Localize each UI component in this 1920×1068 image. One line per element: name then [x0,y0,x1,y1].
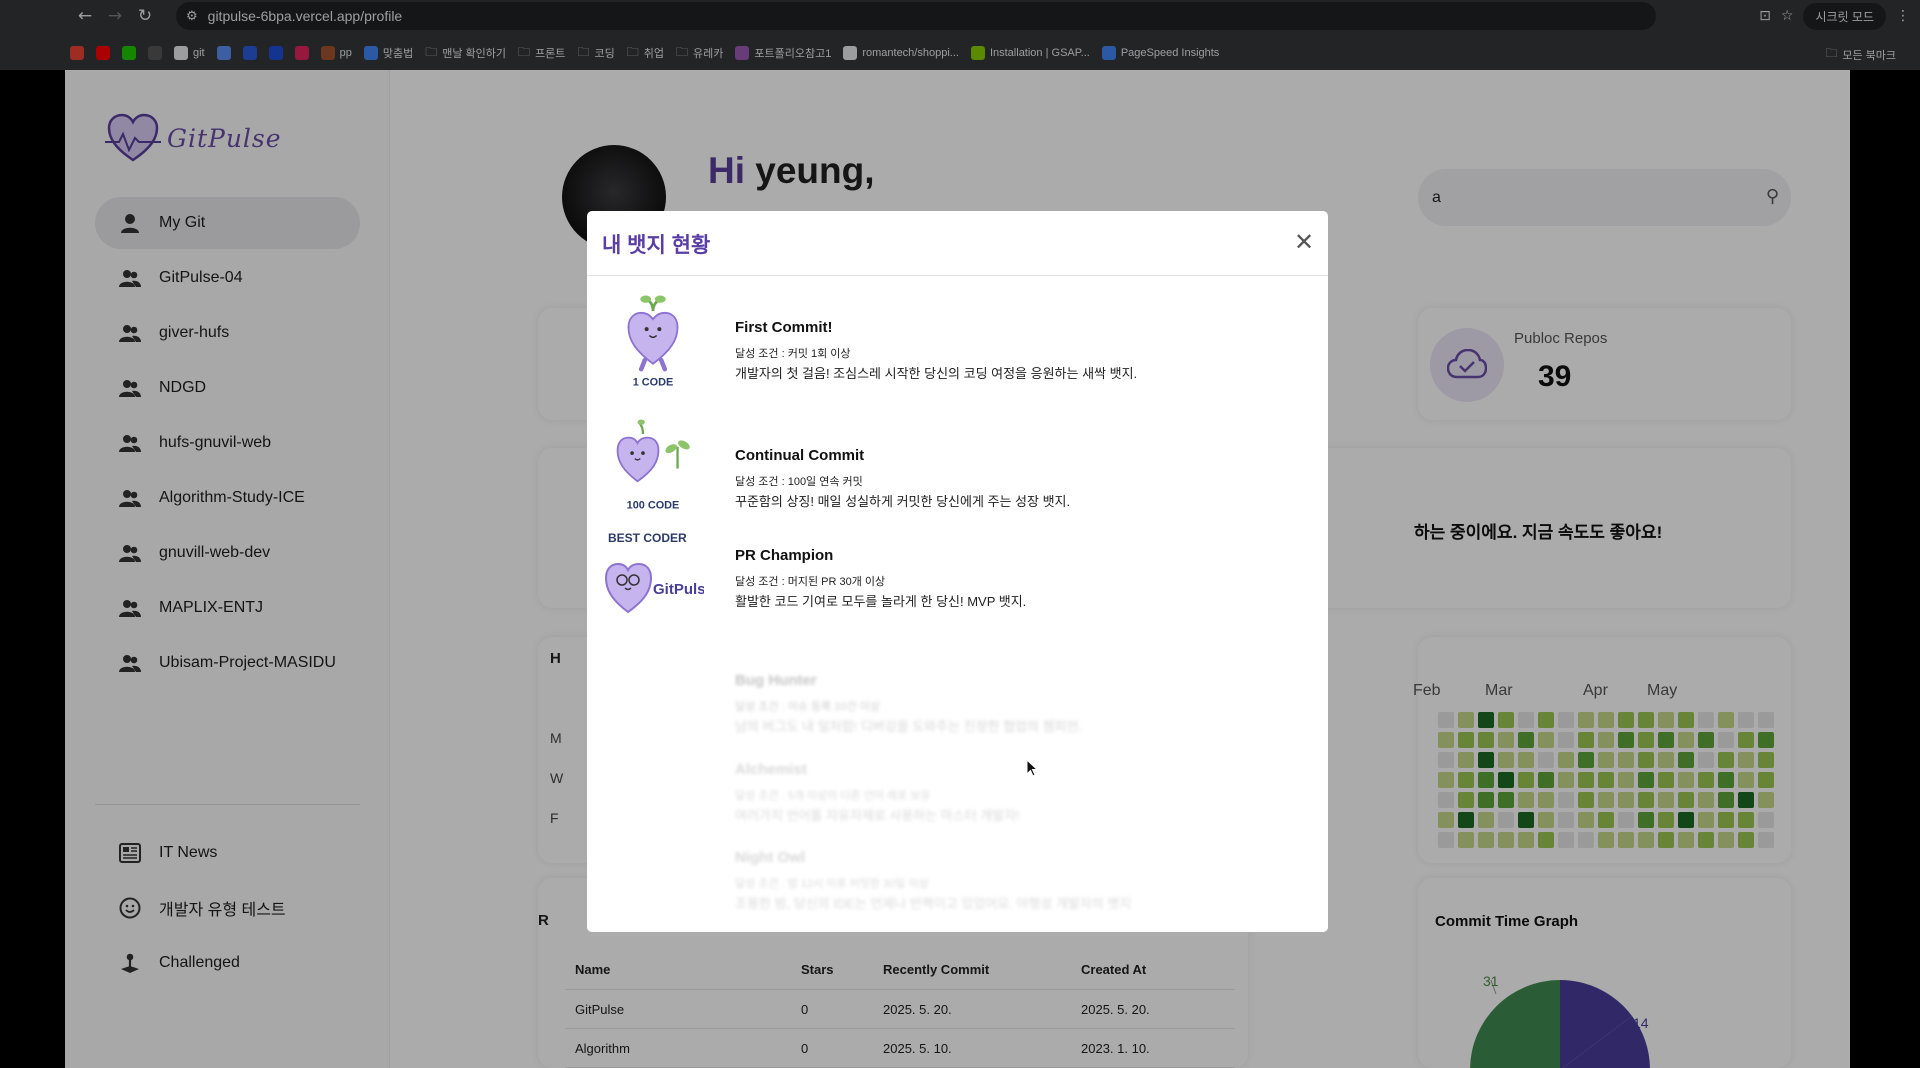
locked-fade [587,606,1328,932]
modal-header: 내 뱃지 현황 ✕ [587,211,1328,276]
badge-caption: GitPulse [653,581,704,598]
badge-description: 조용한 밤, 당신의 IDE는 언제나 반짝이고 있었어요. 야행성 개발자의 … [735,896,1132,911]
badge-name: First Commit! [735,319,833,336]
badge-name: Bug Hunter [735,672,817,689]
badge-growing-heart-icon: 100 CODE [616,419,690,512]
badge-condition: 달성 조건 : 5개 이상의 다른 언어 레포 보유 [735,790,931,802]
badge-condition: 달성 조건 : 100일 연속 커밋 [735,476,863,488]
badge-description: 여러가지 언어를 자유자재로 사용하는 마스터 개발자! [735,808,1020,823]
mouse-cursor-icon [1026,759,1038,777]
badge-name: Continual Commit [735,447,865,464]
modal-title: 내 뱃지 현황 [602,234,711,257]
close-icon[interactable]: ✕ [1290,229,1318,257]
badge-condition: 달성 조건 : 이슈 등록 10건 이상 [735,701,880,713]
badge-best-coder-icon: BEST CODER GitPulse [604,531,704,614]
badge-condition: 달성 조건 : 머지된 PR 30개 이상 [735,576,886,588]
badge-caption: BEST CODER [608,531,687,545]
badge-name: Alchemist [735,761,807,778]
badge-description: 활발한 코드 기여로 모두를 놀라게 한 당신! MVP 뱃지. [735,594,1027,609]
badge-caption: 100 CODE [627,500,680,512]
badge-name: PR Champion [735,547,834,564]
badge-condition: 달성 조건 : 커밋 1회 이상 [735,348,851,360]
badge-description: 꾸준함의 상징! 매일 성실하게 커밋한 당신에게 주는 성장 뱃지. [735,494,1071,509]
badge-description: 개발자의 첫 걸음! 조심스레 시작한 당신의 코딩 여정을 응원하는 새싹 뱃… [735,366,1138,381]
badge-modal: 내 뱃지 현황 ✕ 1 CODE First Commit! 달성 조건 : 커… [587,211,1328,932]
badge-sprout-heart-icon: 1 CODE [627,295,679,389]
badge-description: 남의 버그도 내 일처럼! 디버깅을 도와주는 진정한 협업의 챔피언. [735,719,1083,734]
badge-condition: 달성 조건 : 밤 12시 이후 커밋한 30일 이상 [735,878,929,890]
badge-caption: 1 CODE [633,377,674,389]
badge-name: Night Owl [735,849,805,866]
